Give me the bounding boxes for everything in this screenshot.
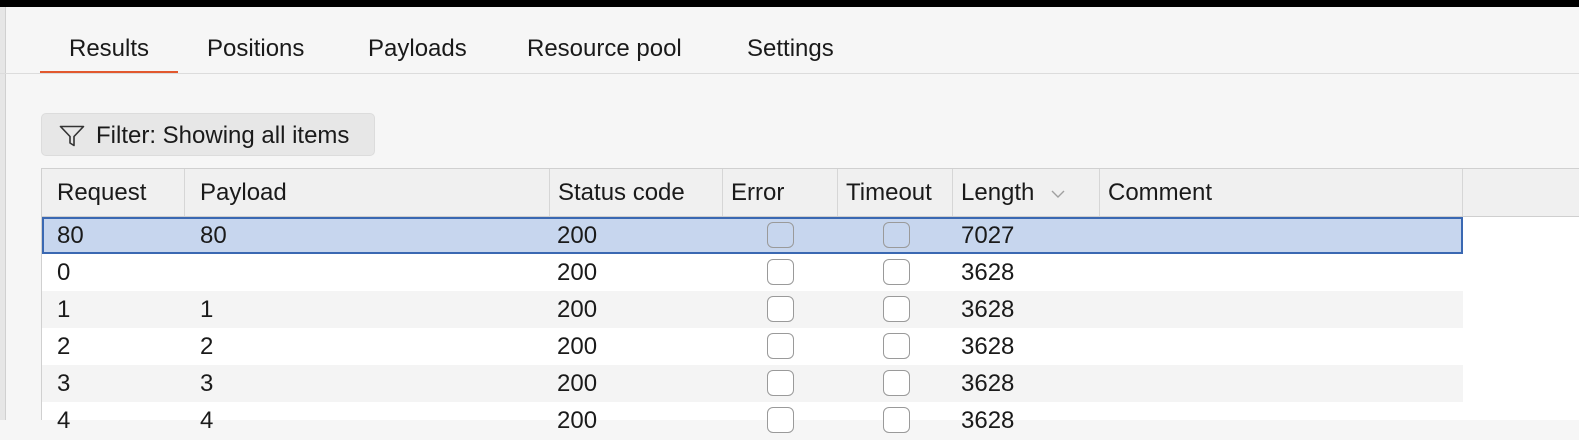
column-header-error[interactable]: Error	[723, 169, 838, 216]
column-header-status-code[interactable]: Status code	[550, 169, 723, 216]
tab-resource-pool[interactable]: Resource pool	[527, 24, 682, 72]
cell-status-code: 200	[557, 333, 598, 360]
timeout-checkbox[interactable]	[883, 222, 910, 248]
column-header-payload[interactable]: Payload	[185, 169, 550, 216]
left-panel-edge	[0, 7, 6, 420]
sort-chevron-down-icon	[1051, 190, 1065, 198]
table-header: Request Payload Status code Error Timeou…	[42, 169, 1579, 217]
cell-status-code: 200	[557, 407, 598, 434]
table-row[interactable]: 3 3 200 3628	[42, 365, 1463, 402]
table-row[interactable]: 0 200 3628	[42, 254, 1463, 291]
table-row[interactable]: 1 1 200 3628	[42, 291, 1463, 328]
tab-settings[interactable]: Settings	[747, 24, 834, 72]
cell-payload: 1	[200, 296, 214, 323]
column-header-label: Status code	[558, 179, 685, 206]
column-header-request[interactable]: Request	[42, 169, 185, 216]
window-top-bar	[0, 0, 1579, 7]
intruder-tab-bar: Results Positions Payloads Resource pool…	[40, 24, 910, 74]
error-checkbox[interactable]	[767, 259, 794, 285]
column-header-timeout[interactable]: Timeout	[838, 169, 953, 216]
column-header-label: Timeout	[846, 179, 932, 206]
timeout-checkbox[interactable]	[883, 333, 910, 359]
cell-request: 1	[57, 296, 71, 323]
tab-positions[interactable]: Positions	[207, 24, 304, 72]
cell-length: 3628	[961, 407, 1015, 434]
column-header-length[interactable]: Length	[953, 169, 1100, 216]
cell-status-code: 200	[557, 370, 598, 397]
cell-request: 4	[57, 407, 71, 434]
cell-status-code: 200	[557, 222, 598, 249]
error-checkbox[interactable]	[767, 296, 794, 322]
cell-payload: 2	[200, 333, 214, 360]
error-checkbox[interactable]	[767, 407, 794, 433]
column-header-label: Length	[961, 179, 1035, 206]
column-header-comment[interactable]: Comment	[1100, 169, 1463, 216]
table-row[interactable]: 2 2 200 3628	[42, 328, 1463, 365]
cell-length: 3628	[961, 296, 1015, 323]
error-checkbox[interactable]	[767, 222, 794, 248]
results-table: Request Payload Status code Error Timeou…	[41, 168, 1579, 434]
cell-length: 7027	[961, 222, 1015, 249]
error-checkbox[interactable]	[767, 370, 794, 396]
cell-length: 3628	[961, 259, 1015, 286]
column-header-label: Comment	[1108, 179, 1213, 206]
cell-request: 0	[57, 259, 71, 286]
cell-length: 3628	[961, 333, 1015, 360]
tabs-divider	[0, 73, 1579, 74]
error-checkbox[interactable]	[767, 333, 794, 359]
tab-results[interactable]: Results	[69, 24, 149, 72]
cell-payload: 3	[200, 370, 214, 397]
table-row-selected[interactable]: 80 80 200 7027	[42, 217, 1463, 254]
cell-request: 2	[57, 333, 71, 360]
cell-request: 80	[57, 222, 84, 249]
table-row[interactable]: 4 4 200 3628	[42, 402, 1463, 439]
filter-button[interactable]: Filter: Showing all items	[41, 113, 375, 156]
timeout-checkbox[interactable]	[883, 407, 910, 433]
filter-funnel-icon	[59, 125, 85, 147]
cell-status-code: 200	[557, 296, 598, 323]
cell-payload: 4	[200, 407, 214, 434]
timeout-checkbox[interactable]	[883, 296, 910, 322]
cell-payload: 80	[200, 222, 227, 249]
timeout-checkbox[interactable]	[883, 370, 910, 396]
filter-label: Filter: Showing all items	[96, 122, 350, 149]
cell-request: 3	[57, 370, 71, 397]
timeout-checkbox[interactable]	[883, 259, 910, 285]
column-header-label: Error	[731, 179, 785, 206]
cell-length: 3628	[961, 370, 1015, 397]
column-header-label: Payload	[200, 179, 287, 206]
column-header-label: Request	[57, 179, 147, 206]
cell-status-code: 200	[557, 259, 598, 286]
tab-payloads[interactable]: Payloads	[368, 24, 467, 72]
